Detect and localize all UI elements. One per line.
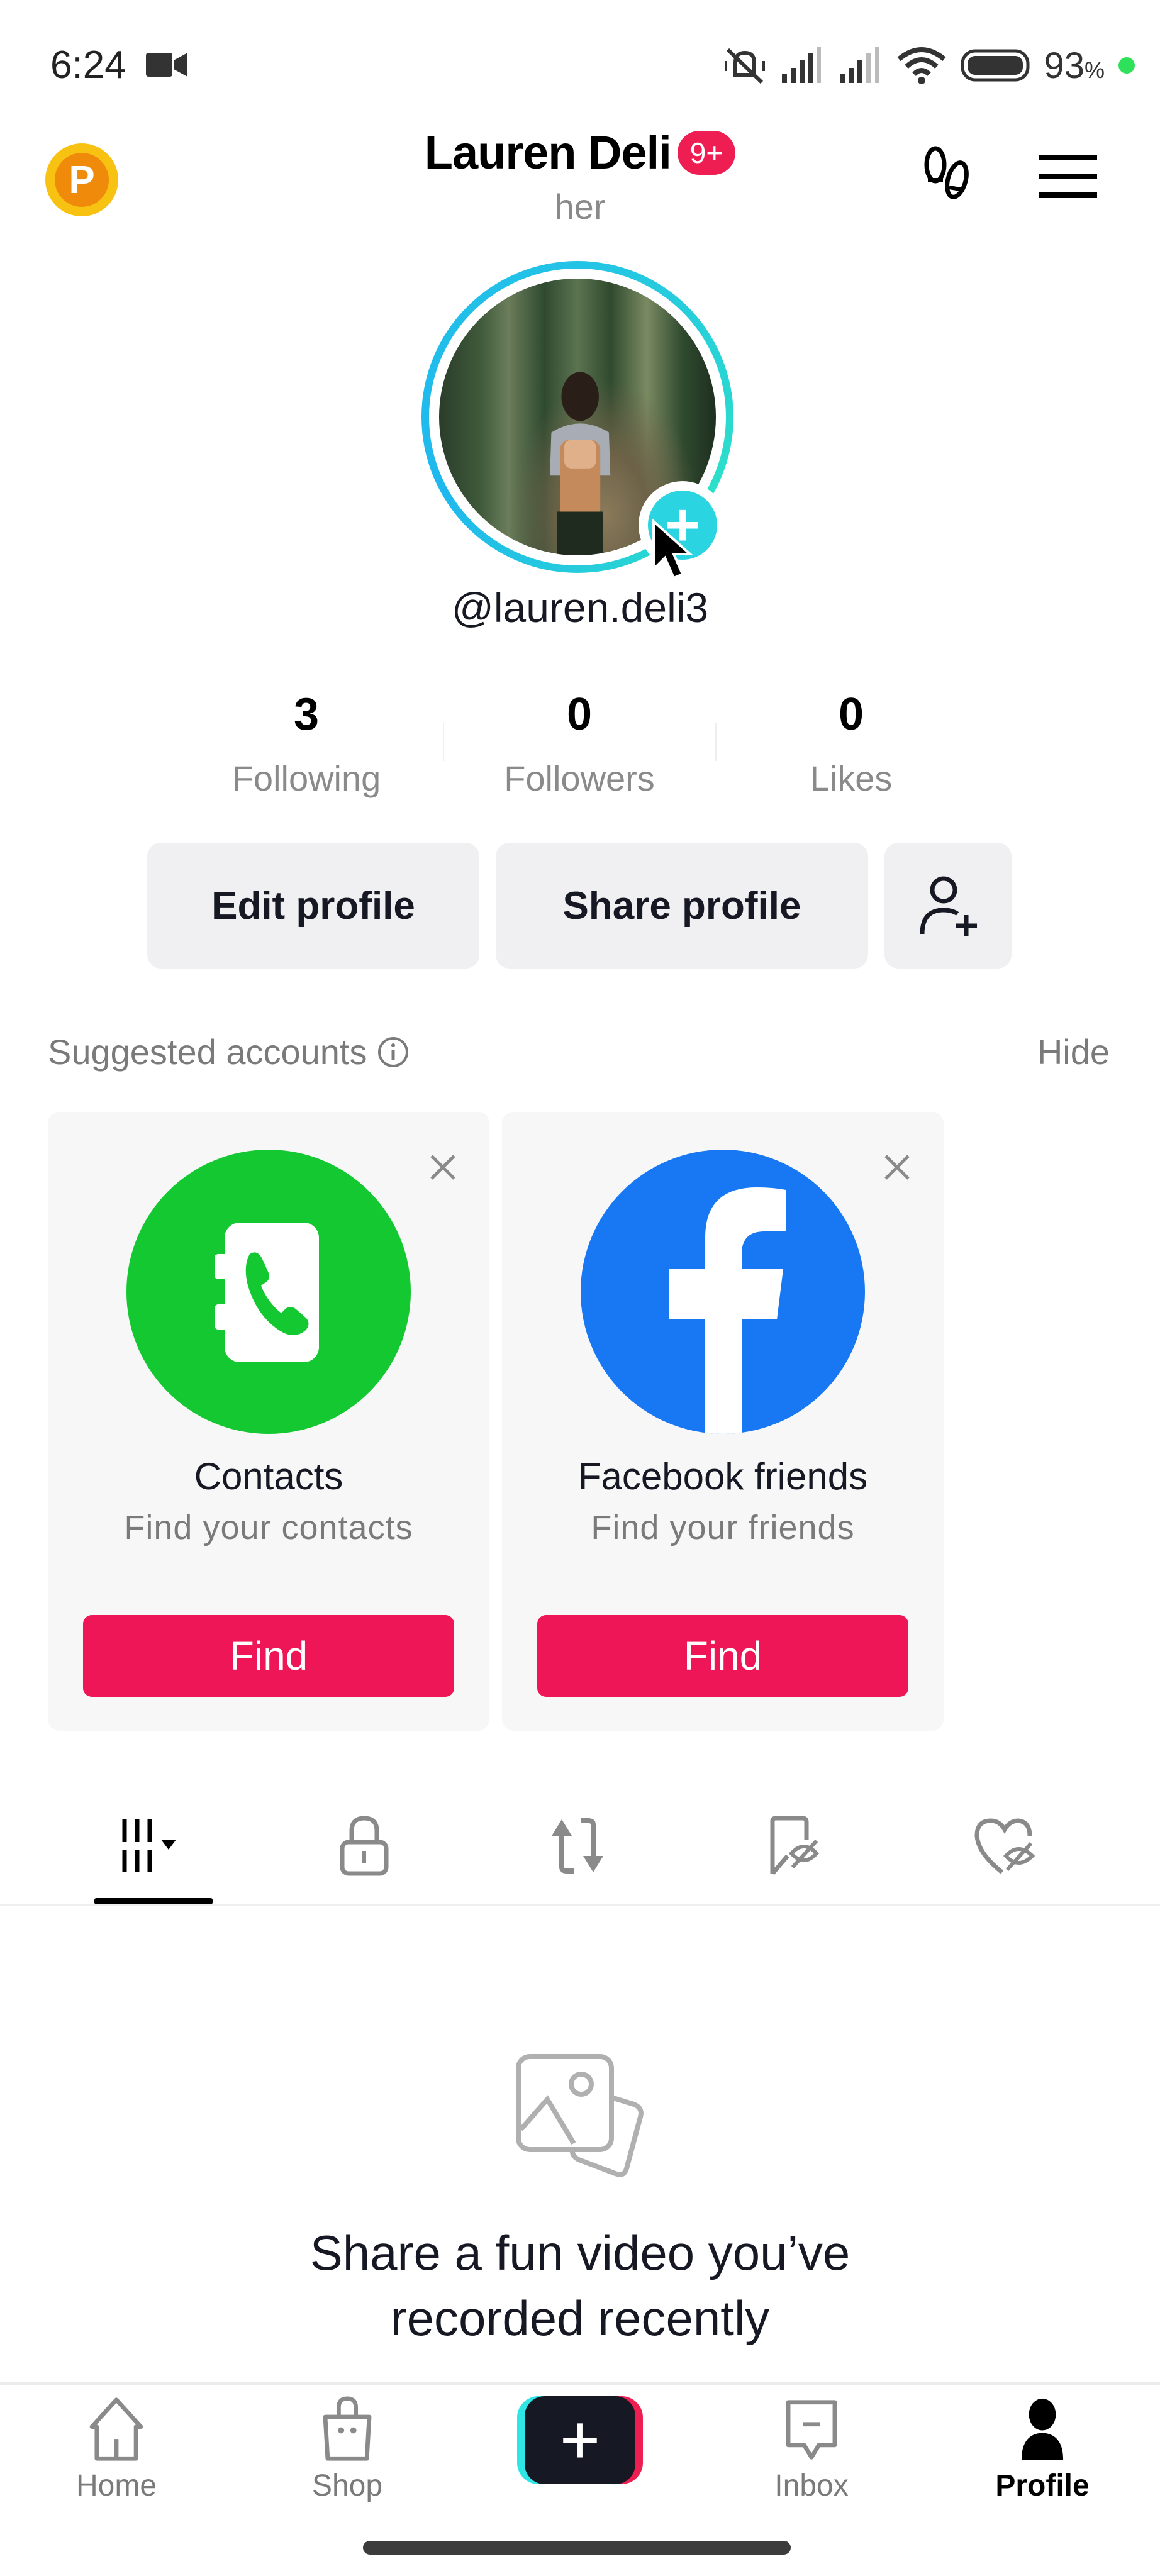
- bottom-nav-divider: [0, 2382, 1160, 2385]
- stat-label: Likes: [810, 758, 893, 798]
- nav-label: Shop: [311, 2469, 383, 2502]
- create-button[interactable]: +: [517, 2396, 643, 2484]
- notification-badge: 9+: [677, 130, 736, 175]
- mouse-cursor-icon: [652, 519, 694, 580]
- facebook-f-icon: [669, 1187, 786, 1434]
- card-subtitle: Find your contacts: [124, 1509, 413, 1546]
- tab-divider: [0, 1904, 1160, 1906]
- bookmark-hidden-icon: [770, 1816, 820, 1875]
- share-profile-button[interactable]: Share profile: [496, 843, 868, 969]
- menu-icon[interactable]: [1037, 151, 1100, 201]
- nav-label: Profile: [995, 2469, 1090, 2502]
- nav-home[interactable]: Home: [41, 2396, 192, 2503]
- stat-divider: [443, 723, 444, 761]
- card-title: Contacts: [194, 1455, 343, 1497]
- profile-person-icon: [1021, 2398, 1064, 2460]
- inbox-message-icon: [786, 2400, 837, 2460]
- find-contacts-button[interactable]: Find: [83, 1615, 454, 1697]
- grid-icon: [122, 1819, 176, 1872]
- tab-private[interactable]: [301, 1811, 427, 1880]
- home-icon: [89, 2397, 143, 2461]
- signal-icon: [840, 47, 879, 83]
- tab-reposts[interactable]: [515, 1811, 640, 1880]
- find-facebook-friends-button[interactable]: Find: [537, 1615, 908, 1697]
- stat-label: Following: [231, 758, 381, 798]
- stat-value: 3: [293, 689, 320, 740]
- empty-state-message: Share a fun video you’ve recorded recent…: [310, 2225, 850, 2346]
- video-camera-icon: [146, 53, 187, 77]
- signal-icon: [782, 47, 822, 83]
- home-indicator[interactable]: [363, 2541, 791, 2555]
- nav-label: Inbox: [774, 2469, 849, 2502]
- suggested-accounts-title: Suggested accounts: [48, 1032, 367, 1072]
- stat-divider: [715, 723, 717, 761]
- shopping-bag-icon: [323, 2396, 372, 2461]
- username-handle: @lauren.deli3: [451, 584, 709, 631]
- suggested-card-contacts: Contacts Find your contacts Find: [48, 1112, 489, 1731]
- mute-vibrate-icon: [725, 48, 766, 84]
- wifi-icon: [897, 47, 947, 84]
- facebook-logo: [581, 1150, 865, 1434]
- pronoun-label: her: [554, 187, 606, 226]
- tab-videos[interactable]: [90, 1811, 216, 1880]
- heart-hidden-icon: [974, 1818, 1035, 1874]
- plus-icon: +: [525, 2396, 635, 2484]
- footprint-icon[interactable]: [915, 143, 978, 206]
- hide-suggested-link[interactable]: Hide: [1037, 1031, 1110, 1072]
- contacts-logo: [126, 1150, 411, 1434]
- stat-value: 0: [566, 689, 593, 740]
- battery-indicator-dot: [1118, 57, 1135, 74]
- contacts-book-icon: [215, 1223, 319, 1362]
- edit-profile-button[interactable]: Edit profile: [147, 843, 479, 969]
- stat-label: Followers: [504, 758, 655, 798]
- suggested-accounts-header: Suggested accounts: [48, 1031, 410, 1072]
- close-icon[interactable]: [425, 1150, 460, 1185]
- info-icon[interactable]: [377, 1036, 410, 1069]
- tab-favorites[interactable]: [731, 1811, 857, 1880]
- active-tab-indicator: [94, 1898, 213, 1904]
- card-subtitle: Find your friends: [591, 1509, 855, 1546]
- add-friend-button[interactable]: [884, 843, 1012, 969]
- battery-icon: [961, 49, 1030, 82]
- profile-title-row: Lauren Deli 9+: [0, 126, 1160, 179]
- suggested-card-facebook: Facebook friends Find your friends Find: [502, 1112, 944, 1731]
- add-user-icon: [920, 876, 977, 936]
- nav-shop[interactable]: Shop: [272, 2396, 423, 2503]
- chevron-down-icon: [161, 1840, 176, 1850]
- nav-profile[interactable]: Profile: [967, 2396, 1118, 2503]
- close-icon[interactable]: [879, 1150, 915, 1185]
- stat-following[interactable]: 3 Following: [193, 689, 420, 799]
- battery-percent: 93%: [1044, 45, 1105, 86]
- stat-followers[interactable]: 0 Followers: [466, 689, 693, 799]
- photos-icon: [516, 2054, 644, 2177]
- repost-icon: [552, 1818, 603, 1874]
- avatar-photo-subject: [550, 372, 611, 555]
- status-time: 6:24: [50, 43, 126, 87]
- card-title: Facebook friends: [577, 1455, 868, 1497]
- tab-liked[interactable]: [944, 1811, 1069, 1880]
- stat-value: 0: [838, 689, 864, 740]
- profile-name[interactable]: Lauren Deli: [425, 126, 672, 179]
- stat-likes[interactable]: 0 Likes: [738, 689, 964, 799]
- lock-icon: [340, 1816, 389, 1876]
- nav-inbox[interactable]: Inbox: [736, 2396, 887, 2503]
- status-icons: 93%: [723, 42, 1135, 89]
- nav-label: Home: [75, 2469, 157, 2502]
